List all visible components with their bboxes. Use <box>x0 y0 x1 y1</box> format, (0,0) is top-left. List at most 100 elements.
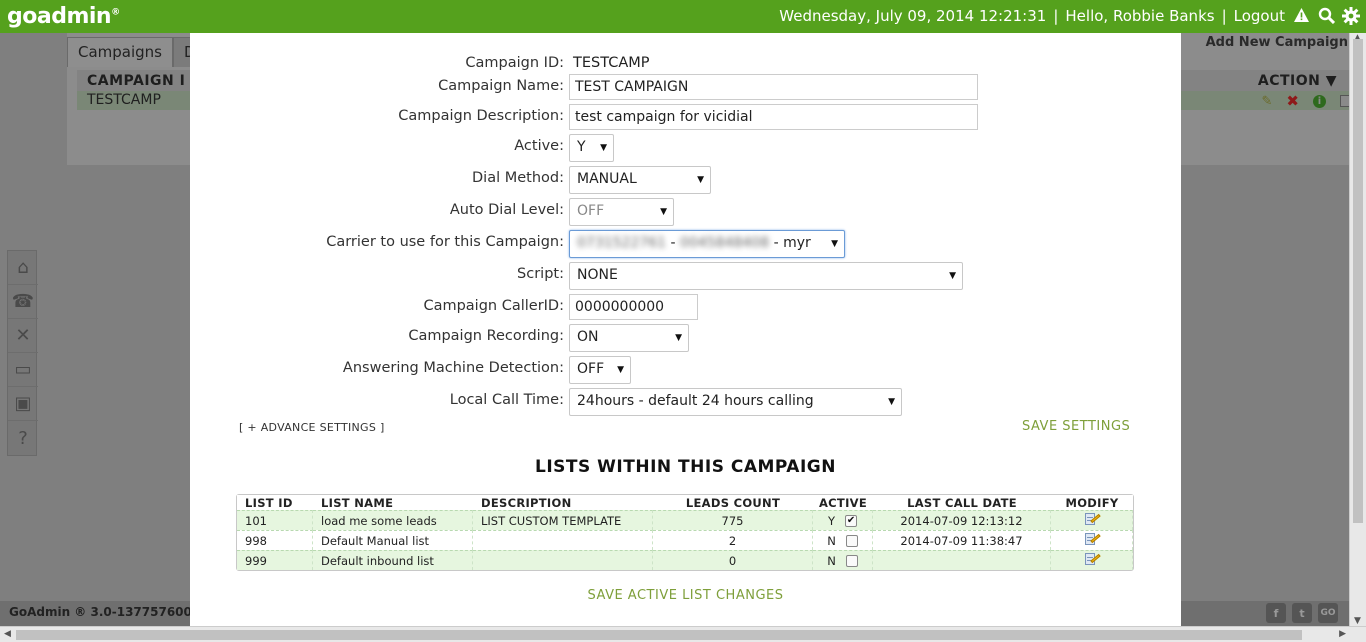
col-list-id: LIST ID <box>237 495 313 510</box>
active-select[interactable]: Y ▼ <box>569 134 614 162</box>
local-call-time-row: Local Call Time: 24hours - default 24 ho… <box>190 388 1181 416</box>
col-action[interactable]: ACTION ▼ <box>1258 73 1337 89</box>
cell-list-id: 998 <box>237 530 313 550</box>
tools-icon[interactable]: ✕ <box>8 319 38 353</box>
save-settings-button[interactable]: SAVE SETTINGS <box>1022 419 1130 434</box>
cell-active: N <box>813 530 873 550</box>
horizontal-scroll-thumb[interactable] <box>16 630 1302 640</box>
callerid-input[interactable] <box>569 294 698 320</box>
chevron-down-icon: ▼ <box>660 207 667 217</box>
cell-list-id: 999 <box>237 550 313 570</box>
chevron-down-icon: ▼ <box>888 397 895 407</box>
auto-dial-level-select[interactable]: OFF ▼ <box>569 198 674 226</box>
cell-description: LIST CUSTOM TEMPLATE <box>473 510 653 530</box>
active-flag: Y <box>827 513 836 528</box>
script-row: Script: NONE ▼ <box>190 262 1181 290</box>
col-active: ACTIVE <box>813 495 873 510</box>
active-row: Active: Y ▼ <box>190 134 1181 162</box>
active-select-value: Y <box>577 139 586 155</box>
campaign-description-label: Campaign Description: <box>398 108 564 124</box>
carrier-row: Carrier to use for this Campaign: 073152… <box>190 230 1181 258</box>
cell-leads-count: 2 <box>653 530 813 550</box>
telephone-icon[interactable]: ☎ <box>8 285 38 319</box>
gear-icon[interactable] <box>1342 7 1360 25</box>
col-last-call-date: LAST CALL DATE <box>873 495 1051 510</box>
campaign-modal: Campaign ID: TESTCAMP Campaign Name: Cam… <box>190 33 1181 626</box>
scroll-left-arrow[interactable]: ◀ <box>4 629 11 639</box>
delete-icon[interactable]: ✖ <box>1286 92 1299 110</box>
campaign-name-label: Campaign Name: <box>438 78 564 94</box>
folder-search-icon[interactable]: ▣ <box>8 387 38 421</box>
campaign-name-input[interactable] <box>569 74 978 100</box>
active-checkbox[interactable]: ✔ <box>845 515 858 527</box>
carrier-select[interactable]: 0731522761 - 0045848408 - myr ▼ <box>569 230 845 258</box>
chevron-down-icon: ▼ <box>617 365 624 375</box>
recording-select[interactable]: ON ▼ <box>569 324 689 352</box>
vertical-scrollbar[interactable]: ▲ ▼ <box>1349 33 1366 626</box>
campaign-description-input[interactable] <box>569 104 978 130</box>
script-label: Script: <box>517 266 564 282</box>
search-icon[interactable] <box>1317 7 1335 25</box>
chevron-down-icon: ▼ <box>600 143 607 153</box>
left-nav: ⌂ ☎ ✕ ▭ ▣ ? <box>7 250 38 456</box>
advance-settings-link[interactable]: [ + ADVANCE SETTINGS ] <box>239 421 385 434</box>
col-leads-count: LEADS COUNT <box>653 495 813 510</box>
cell-last-call-date: 2014-07-09 11:38:47 <box>873 530 1051 550</box>
goadmin-logo[interactable]: goadmin® <box>7 4 120 29</box>
callerid-row: Campaign CallerID: <box>190 294 1181 320</box>
script-select[interactable]: NONE ▼ <box>569 262 963 290</box>
facebook-icon[interactable]: f <box>1266 603 1286 623</box>
tab-campaigns[interactable]: Campaigns <box>67 37 174 67</box>
edit-list-icon[interactable] <box>1084 512 1101 526</box>
datetime: Wednesday, July 09, 2014 12:21:31 <box>779 7 1047 25</box>
active-checkbox[interactable] <box>845 555 858 567</box>
help-icon[interactable]: ? <box>8 421 38 455</box>
callerid-label: Campaign CallerID: <box>423 298 564 314</box>
home-icon[interactable]: ⌂ <box>8 251 38 285</box>
scroll-down-arrow[interactable]: ▼ <box>1354 616 1361 626</box>
carrier-value-part1: 0731522761 <box>577 235 667 251</box>
amd-label: Answering Machine Detection: <box>342 360 564 376</box>
logout-link[interactable]: Logout <box>1234 7 1285 25</box>
background-tabs: Campaigns D <box>67 37 207 67</box>
logo-text: goadmin <box>7 4 112 29</box>
goautodial-icon[interactable]: GO <box>1318 603 1338 623</box>
edit-pencil-icon[interactable]: ✎ <box>1262 94 1273 109</box>
scroll-right-arrow[interactable]: ▶ <box>1339 629 1346 639</box>
script-select-value: NONE <box>577 267 618 283</box>
row-campaign-id[interactable]: TESTCAMP <box>87 92 161 108</box>
version-text: GoAdmin ® 3.0-1377576000 <box>9 605 201 619</box>
amd-select[interactable]: OFF ▼ <box>569 356 631 384</box>
logo-mark: ® <box>111 7 120 18</box>
warning-icon[interactable] <box>1292 7 1310 25</box>
recording-select-value: ON <box>577 329 599 345</box>
twitter-icon[interactable]: t <box>1292 603 1312 623</box>
local-call-time-select[interactable]: 24hours - default 24 hours calling ▼ <box>569 388 902 416</box>
vertical-scroll-thumb[interactable] <box>1353 39 1363 523</box>
lists-title: LISTS WITHIN THIS CAMPAIGN <box>535 457 836 477</box>
active-label: Active: <box>514 138 564 154</box>
horizontal-scrollbar[interactable]: ◀ ▶ <box>0 626 1366 642</box>
add-new-campaign-link[interactable]: Add New Campaign <box>1206 35 1348 50</box>
amd-row: Answering Machine Detection: OFF ▼ <box>190 356 1181 384</box>
recording-row: Campaign Recording: ON ▼ <box>190 324 1181 352</box>
active-checkbox[interactable] <box>845 535 858 547</box>
edit-list-icon[interactable] <box>1084 532 1101 546</box>
top-bar: goadmin® Wednesday, July 09, 2014 12:21:… <box>0 0 1366 33</box>
info-icon[interactable]: i <box>1313 94 1326 108</box>
cell-leads-count: 775 <box>653 510 813 530</box>
topbar-right: Wednesday, July 09, 2014 12:21:31 | Hell… <box>779 7 1360 25</box>
dial-method-label: Dial Method: <box>472 170 564 186</box>
cell-list-name: load me some leads <box>313 510 473 530</box>
edit-list-icon[interactable] <box>1084 552 1101 566</box>
cell-description <box>473 530 653 550</box>
chevron-down-icon: ▼ <box>949 271 956 281</box>
save-active-list-changes-button[interactable]: SAVE ACTIVE LIST CHANGES <box>190 588 1181 603</box>
separator: | <box>1053 7 1059 25</box>
dial-method-select[interactable]: MANUAL ▼ <box>569 166 711 194</box>
local-call-time-select-value: 24hours - default 24 hours calling <box>577 393 814 409</box>
campaign-description-row: Campaign Description: <box>190 104 1181 130</box>
folder-icon[interactable]: ▭ <box>8 353 38 387</box>
cell-last-call-date <box>873 550 1051 570</box>
active-flag: N <box>827 553 836 568</box>
